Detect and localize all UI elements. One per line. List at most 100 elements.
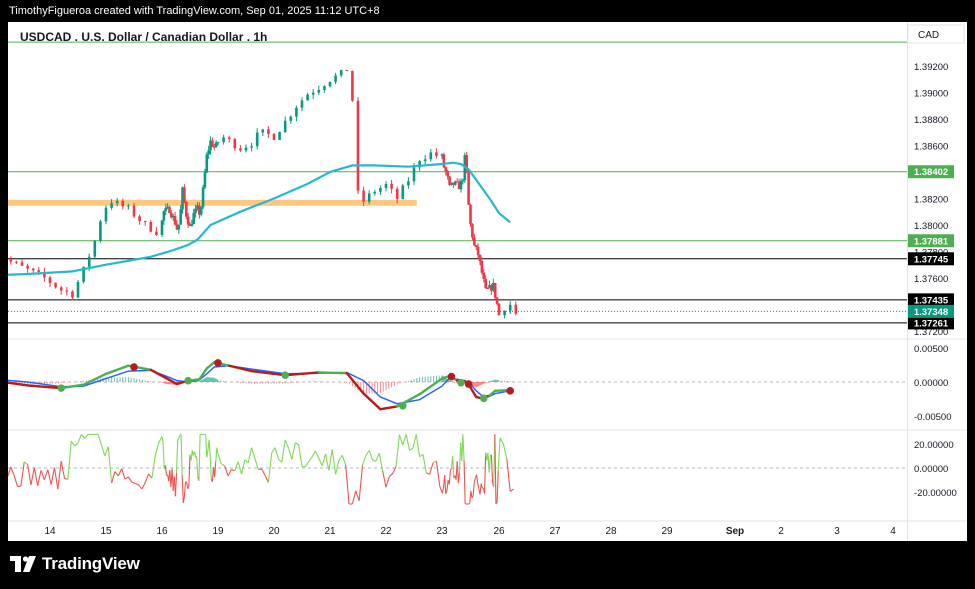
tradingview-logo[interactable]: TradingView [10,554,140,574]
oscillator-tick-label: -20.00000 [914,488,957,499]
oscillator-line-segment [50,467,56,485]
oscillator-line-segment [477,483,480,490]
candle-body [407,181,410,186]
macd-tick-label: 0.00500 [914,344,948,355]
oscillator-line-segment [479,483,482,495]
macd-line-segment[interactable] [149,368,167,380]
oscillator-line-segment [148,473,153,479]
oscillator-line-segment [198,434,201,481]
oscillator-line-segment [251,447,256,459]
macd-line-segment[interactable] [317,371,348,375]
candle-body [373,191,377,194]
oscillator-line-segment [193,451,197,458]
macd-line-segment[interactable] [379,405,399,411]
candle-body [132,205,136,217]
candle-body [423,159,427,162]
bearish-cross-marker[interactable] [464,380,473,388]
oscillator-line-segment [341,455,347,466]
candle-body [356,100,360,191]
oscillator-pane[interactable] [8,433,907,505]
candle-body [367,193,371,202]
oscillator-tick-label: 0.00000 [914,464,948,475]
support-zone[interactable] [8,199,417,206]
bullish-cross-marker[interactable] [457,378,465,387]
oscillator-line-segment [141,482,146,490]
oscillator-line-segment [164,465,168,476]
oscillator-line-segment [412,434,417,449]
macd-line-segment[interactable] [362,392,382,411]
time-tick-label: 2 [778,526,784,537]
candle-body [429,152,433,160]
oscillator-line-segment [304,461,310,468]
oscillator-line-segment [30,467,35,486]
oscillator-line-segment [444,475,447,494]
macd-pane[interactable] [8,359,907,411]
oscillator-line-segment [217,453,222,464]
bullish-cross-marker[interactable] [57,384,65,392]
candle-body [115,200,119,204]
oscillator-line-segment [247,447,253,463]
candle-body [395,188,399,199]
bearish-cross-marker[interactable] [214,359,222,367]
candle-body [227,137,231,140]
candle-body [484,279,487,289]
bearish-cross-marker[interactable] [447,372,456,381]
bullish-cross-marker[interactable] [480,394,488,403]
candle-body [59,287,63,291]
oscillator-line-segment [13,475,19,487]
candle-body [267,129,270,134]
oscillator-line-segment [271,447,276,454]
price-pane[interactable] [8,41,907,324]
candle-body [334,75,337,82]
currency-label-box[interactable]: CAD [907,24,965,44]
oscillator-line-segment [107,446,113,484]
oscillator-line-segment [452,456,455,478]
candle-body [339,70,343,76]
bearish-cross-marker[interactable] [130,363,138,371]
oscillator-line-segment [188,454,191,487]
oscillator-line-segment [488,455,491,473]
oscillator-line-segment [53,467,59,490]
oscillator-line-segment [117,468,123,477]
oscillator-tick-label: 20.00000 [914,440,954,451]
chart-panel[interactable]: 1.392001.390001.388001.386001.384001.382… [8,22,967,541]
candle-body [233,139,237,149]
oscillator-line-segment [385,476,390,488]
candle-body [168,206,171,213]
macd-line-segment[interactable] [284,371,320,377]
candle-body [261,129,265,133]
oscillator-line-segment [365,450,370,456]
candle-body [110,203,113,208]
candle-body [311,92,315,95]
candle-body [162,211,166,221]
oscillator-line-segment [70,440,76,447]
candle-body [278,132,281,140]
macd-tick-label: -0.00500 [914,412,952,423]
candle-body [211,140,214,147]
candle-body [317,89,321,93]
bullish-cross-marker[interactable] [281,371,290,380]
oscillator-line-segment [405,434,411,451]
bullish-cross-marker[interactable] [184,376,192,385]
candle-body [26,265,29,269]
oscillator-line-segment [368,450,374,461]
candle-body [283,120,287,133]
oscillator-line-segment [161,436,164,444]
oscillator-line-segment [314,450,320,459]
oscillator-line-segment [121,468,126,480]
candle-body [87,256,91,267]
chart-canvas[interactable]: 1.392001.390001.388001.386001.384001.382… [8,22,967,541]
level-price-label: 1.37745 [914,254,949,265]
bullish-cross-marker[interactable] [399,402,407,410]
oscillator-line-segment [506,459,511,492]
oscillator-line-segment [158,436,163,444]
candle-body [493,283,497,298]
oscillator-line-segment [338,454,343,461]
level-price-label: 1.37435 [914,295,949,306]
candle-body [194,208,197,213]
oscillator-line-segment [422,454,427,474]
oscillator-line-segment [468,502,470,505]
candle-body [461,180,465,182]
bearish-cross-marker[interactable] [506,387,514,395]
candle-body [244,147,248,151]
